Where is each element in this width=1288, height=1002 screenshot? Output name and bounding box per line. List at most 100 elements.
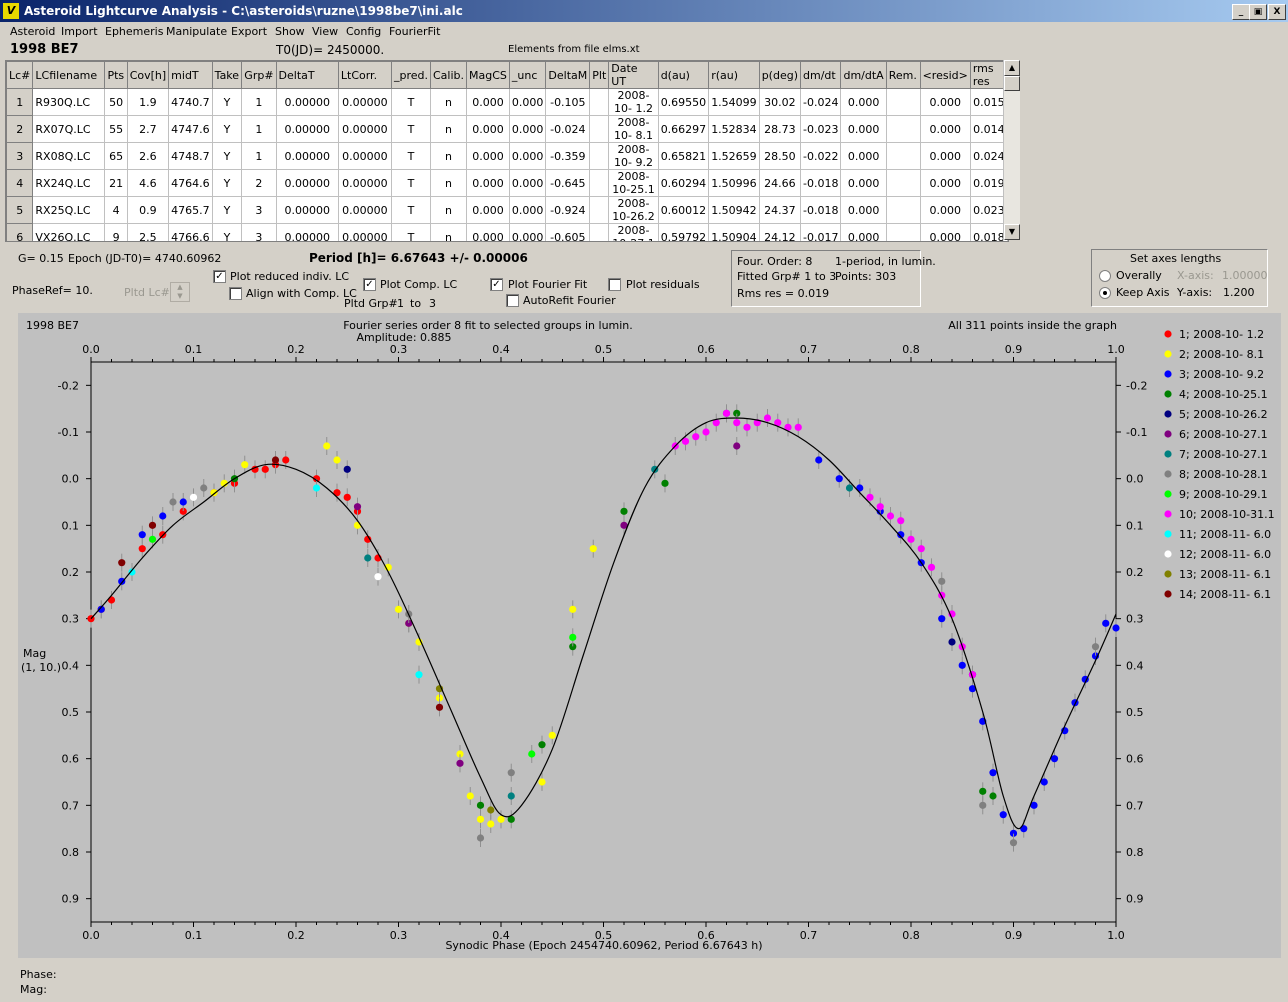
app-icon[interactable]: V xyxy=(3,3,19,19)
table-cell[interactable]: VX26Q.LC xyxy=(32,223,106,241)
lightcurve-chart[interactable]: 1998 BE7 Fourier series order 8 fit to s… xyxy=(18,313,1281,958)
column-header[interactable]: Plt xyxy=(589,61,610,89)
table-cell[interactable]: -0.017 xyxy=(799,223,842,241)
align-comp-checkbox[interactable] xyxy=(229,287,242,300)
table-cell[interactable]: RX24Q.LC xyxy=(32,169,106,197)
column-header[interactable]: p(deg) xyxy=(758,61,802,89)
table-cell[interactable]: 2.6 xyxy=(126,142,170,170)
table-cell[interactable]: -0.105 xyxy=(545,88,591,116)
table-row[interactable]: 5 RX25Q.LC 4 0.9 4765.7 Y 3 0.00000 0.00000 Tn 0.0… xyxy=(6,196,1008,224)
table-cell[interactable]: 1.50942 xyxy=(708,196,760,224)
keep-axis-radio[interactable] xyxy=(1099,287,1111,299)
table-cell[interactable]: 0.60294 xyxy=(657,169,710,197)
table-cell[interactable]: 0.015 xyxy=(969,88,1008,116)
table-cell[interactable]: 0.00000 xyxy=(275,169,339,197)
row-number[interactable]: 2 xyxy=(6,115,34,143)
table-row[interactable]: 4 RX24Q.LC 21 4.6 4764.6 Y 2 0.00000 0.00000 Tn 0.… xyxy=(6,169,1008,197)
table-cell[interactable]: 28.73 xyxy=(758,115,802,143)
column-header[interactable]: rms res xyxy=(969,61,1008,89)
menu-export[interactable]: Export xyxy=(231,25,267,38)
table-cell[interactable]: T xyxy=(390,223,432,241)
column-header[interactable]: DeltaM xyxy=(545,61,591,89)
table-cell[interactable]: 0.000 xyxy=(466,169,510,197)
table-cell[interactable]: 0.00000 xyxy=(275,115,339,143)
table-cell[interactable]: 0.000 xyxy=(840,142,887,170)
table-cell[interactable] xyxy=(589,88,610,116)
table-cell[interactable]: -0.605 xyxy=(545,223,591,241)
column-header[interactable]: Date UT xyxy=(608,61,659,89)
table-cell[interactable]: -0.018 xyxy=(799,196,842,224)
table-cell[interactable]: 50 xyxy=(104,88,128,116)
table-cell[interactable]: 0.000 xyxy=(508,169,547,197)
table-cell[interactable]: -0.023 xyxy=(799,115,842,143)
table-row[interactable]: 6 VX26Q.LC 9 2.5 4766.6 Y 3 0.00000 0.00000 Tn 0.0… xyxy=(6,223,1008,241)
table-cell[interactable]: 0.00000 xyxy=(275,196,339,224)
menu-show[interactable]: Show xyxy=(275,25,305,38)
lightcurve-plot[interactable]: 1998 BE7 Fourier series order 8 fit to s… xyxy=(18,313,1281,958)
table-cell[interactable]: 0.000 xyxy=(466,142,510,170)
table-cell[interactable]: Y xyxy=(211,115,243,143)
table-cell[interactable]: 55 xyxy=(104,115,128,143)
table-cell[interactable]: 0.000 xyxy=(840,88,887,116)
table-cell[interactable]: 4747.6 xyxy=(168,115,213,143)
table-cell[interactable]: 0.000 xyxy=(840,115,887,143)
table-cell[interactable]: 0.59792 xyxy=(657,223,710,241)
column-header[interactable]: LCfilename xyxy=(32,61,106,89)
table-cell[interactable]: 0.000 xyxy=(919,142,971,170)
table-cell[interactable] xyxy=(885,196,921,224)
table-cell[interactable] xyxy=(885,169,921,197)
row-number[interactable]: 4 xyxy=(6,169,34,197)
table-cell[interactable] xyxy=(885,223,921,241)
table-cell[interactable]: 0.000 xyxy=(508,196,547,224)
table-cell[interactable]: 0.000 xyxy=(919,223,971,241)
table-cell[interactable]: 2.7 xyxy=(126,115,170,143)
autorefit-checkbox[interactable] xyxy=(506,294,519,307)
table-cell[interactable]: Y xyxy=(211,223,243,241)
table-cell[interactable]: 0.000 xyxy=(466,115,510,143)
table-cell[interactable]: n xyxy=(429,88,468,116)
row-number[interactable]: 5 xyxy=(6,196,34,224)
table-cell[interactable]: T xyxy=(390,88,432,116)
table-cell[interactable]: 1.52659 xyxy=(708,142,760,170)
table-cell[interactable]: Y xyxy=(211,196,243,224)
plot-comp-checkbox[interactable]: ✓ xyxy=(363,278,376,291)
table-cell[interactable]: 65 xyxy=(104,142,128,170)
column-header[interactable]: Take xyxy=(211,61,243,89)
scroll-up-icon[interactable]: ▲ xyxy=(1004,60,1020,76)
table-cell[interactable]: 0.69550 xyxy=(657,88,710,116)
table-cell[interactable]: 0.00000 xyxy=(337,223,392,241)
column-header[interactable]: dm/dtA xyxy=(840,61,887,89)
table-cell[interactable] xyxy=(589,223,610,241)
table-cell[interactable]: R930Q.LC xyxy=(32,88,106,116)
menu-import[interactable]: Import xyxy=(61,25,98,38)
column-header[interactable]: DeltaT xyxy=(275,61,339,89)
column-header[interactable]: d(au) xyxy=(657,61,710,89)
column-header[interactable]: _pred. xyxy=(390,61,432,89)
column-header[interactable]: _unc xyxy=(508,61,547,89)
table-cell[interactable]: 2 xyxy=(241,169,277,197)
table-cell[interactable] xyxy=(589,115,610,143)
plot-fourier-checkbox[interactable]: ✓ xyxy=(490,278,503,291)
table-cell[interactable] xyxy=(885,115,921,143)
row-number[interactable]: 6 xyxy=(6,223,34,241)
xaxis-value[interactable]: 1.00000 xyxy=(1222,269,1268,282)
table-cell[interactable]: 4740.7 xyxy=(168,88,213,116)
plot-residuals-checkbox[interactable] xyxy=(608,278,621,291)
menu-config[interactable]: Config xyxy=(346,25,381,38)
table-cell[interactable]: 24.37 xyxy=(758,196,802,224)
column-header[interactable]: MagCS xyxy=(466,61,510,89)
column-header[interactable]: Calib. xyxy=(429,61,468,89)
table-row[interactable]: 1 R930Q.LC 50 1.9 4740.7 Y 1 0.00000 0.00000 Tn 0.… xyxy=(6,88,1008,116)
table-cell[interactable]: 2008-10- 8.1 xyxy=(608,115,659,143)
menu-view[interactable]: View xyxy=(312,25,338,38)
table-cell[interactable]: Y xyxy=(211,142,243,170)
table-cell[interactable]: 0.60012 xyxy=(657,196,710,224)
table-cell[interactable]: 0.000 xyxy=(508,88,547,116)
table-cell[interactable]: n xyxy=(429,115,468,143)
table-cell[interactable]: 0.000 xyxy=(508,142,547,170)
table-cell[interactable]: 0.9 xyxy=(126,196,170,224)
table-cell[interactable]: 0.00000 xyxy=(275,88,339,116)
minimize-button[interactable]: _ xyxy=(1232,4,1250,20)
table-cell[interactable]: 0.66297 xyxy=(657,115,710,143)
table-cell[interactable]: -0.024 xyxy=(799,88,842,116)
